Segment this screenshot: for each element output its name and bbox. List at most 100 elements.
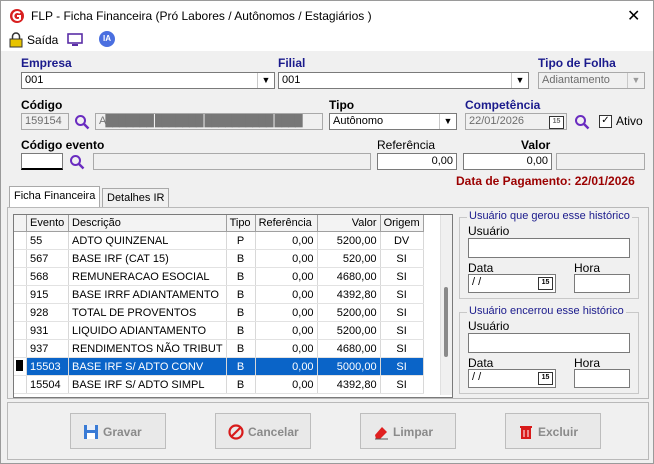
search-icon[interactable] <box>74 114 90 130</box>
table-row[interactable]: 55 ADTO QUINZENAL P 0,00 5200,00 DV <box>14 231 424 250</box>
usuario-created-field[interactable] <box>468 238 630 258</box>
delete-label: Excluir <box>538 425 579 439</box>
table-cell: 520,00 <box>317 249 381 268</box>
col-header-tipo[interactable]: Tipo <box>226 215 256 232</box>
chevron-down-icon[interactable]: ▼ <box>439 114 456 129</box>
calendar-icon[interactable]: 15 <box>549 116 564 129</box>
col-header-valor[interactable]: Valor <box>317 215 381 232</box>
save-button[interactable]: Gravar <box>70 413 166 449</box>
col-header-referencia[interactable]: Referência <box>255 215 318 232</box>
calendar-icon[interactable]: 15 <box>538 277 553 290</box>
row-indicator[interactable] <box>14 249 27 268</box>
row-indicator[interactable] <box>14 339 27 358</box>
valor-extra-field <box>556 153 645 170</box>
scrollbar-thumb[interactable] <box>444 287 448 357</box>
tipo-select[interactable]: Autônomo ▼ <box>329 113 457 130</box>
row-indicator[interactable] <box>14 303 27 322</box>
table-row[interactable]: 928 TOTAL DE PROVENTOS B 0,00 5200,00 SI <box>14 303 424 322</box>
events-table: Evento Descrição Tipo Referência Valor O… <box>14 215 424 394</box>
tab-ficha-financeira[interactable]: Ficha Financeira <box>9 186 101 208</box>
data-closed-field[interactable]: / / 15 <box>468 369 556 388</box>
lock-icon[interactable] <box>9 32 23 48</box>
row-indicator[interactable] <box>14 231 27 250</box>
data-created-field[interactable]: / / 15 <box>468 274 556 293</box>
events-grid[interactable]: Evento Descrição Tipo Referência Valor O… <box>13 214 453 398</box>
hora-closed-field[interactable] <box>574 369 630 388</box>
tipo-folha-select[interactable]: Adiantamento ▼ <box>538 72 645 89</box>
table-cell: B <box>226 267 256 286</box>
table-cell: BASE IRF S/ ADTO SIMPL <box>68 375 227 394</box>
table-cell: 4392,80 <box>317 375 381 394</box>
table-cell: SI <box>380 357 424 376</box>
codigo-field[interactable]: 159154 <box>21 113 69 130</box>
col-header-evento[interactable]: Evento <box>26 215 69 232</box>
window: FLP - Ficha Financeira (Pró Labores / Au… <box>0 0 654 464</box>
referencia-field[interactable]: 0,00 <box>377 153 457 170</box>
col-header-origem[interactable]: Origem <box>380 215 424 232</box>
table-cell: B <box>226 249 256 268</box>
chevron-down-icon[interactable]: ▼ <box>511 73 528 88</box>
calendar-icon[interactable]: 15 <box>538 372 553 385</box>
tab-detalhes-ir[interactable]: Detalhes IR <box>102 188 170 208</box>
hora-created-field[interactable] <box>574 274 630 293</box>
table-cell: LIQUIDO ADIANTAMENTO <box>68 321 227 340</box>
search-icon[interactable] <box>574 114 590 130</box>
table-cell: SI <box>380 303 424 322</box>
close-button[interactable]: ✕ <box>627 6 640 26</box>
row-indicator[interactable] <box>14 285 27 304</box>
table-row[interactable]: 915 BASE IRRF ADIANTAMENTO B 0,00 4392,80 SI <box>14 285 424 304</box>
row-indicator[interactable] <box>14 375 27 394</box>
valor-field[interactable]: 0,00 <box>463 153 552 170</box>
filial-value: 001 <box>282 74 301 86</box>
usuario-closed-field[interactable] <box>468 333 630 353</box>
tab-label: Detalhes IR <box>107 192 165 204</box>
exit-label[interactable]: Saída <box>27 33 58 47</box>
table-cell: B <box>226 357 256 376</box>
delete-button[interactable]: Excluir <box>505 413 601 449</box>
filial-select[interactable]: 001 ▼ <box>278 72 529 89</box>
tipo-folha-value: Adiantamento <box>542 74 610 86</box>
usuario-label: Usuário <box>468 319 510 333</box>
cancel-button[interactable]: Cancelar <box>215 413 311 449</box>
table-row[interactable]: 567 BASE IRF (CAT 15) B 0,00 520,00 SI <box>14 249 424 268</box>
table-cell: 0,00 <box>255 375 318 394</box>
table-row[interactable]: 15503 BASE IRF S/ ADTO CONV B 0,00 5000,00 SI <box>14 357 424 376</box>
table-cell: 15503 <box>26 357 69 376</box>
table-row[interactable]: 15504 BASE IRF S/ ADTO SIMPL B 0,00 4392,80 S… <box>14 375 424 394</box>
table-cell: P <box>226 231 256 250</box>
monitor-icon[interactable] <box>67 33 83 47</box>
table-cell: SI <box>380 321 424 340</box>
cancel-label: Cancelar <box>248 425 299 439</box>
nome-value: A███████ ███████ ██████████ ████ <box>99 115 303 127</box>
empresa-label: Empresa <box>21 56 72 70</box>
ia-button[interactable]: IA <box>99 31 115 47</box>
table-cell: 0,00 <box>255 357 318 376</box>
table-cell: SI <box>380 375 424 394</box>
grid-scrollbar[interactable] <box>440 215 452 395</box>
table-cell: 568 <box>26 267 69 286</box>
competencia-field[interactable]: 22/01/2026 15 <box>465 113 567 130</box>
ativo-checkbox[interactable]: ✓ <box>599 115 612 128</box>
app-logo-icon <box>10 9 24 23</box>
row-indicator[interactable] <box>14 321 27 340</box>
valor-value: 0,00 <box>526 155 548 167</box>
codigo-evento-field[interactable] <box>21 153 63 170</box>
table-cell: 0,00 <box>255 285 318 304</box>
table-row[interactable]: 931 LIQUIDO ADIANTAMENTO B 0,00 5200,00 SI <box>14 321 424 340</box>
chevron-down-icon[interactable]: ▼ <box>627 73 644 88</box>
col-header-descricao[interactable]: Descrição <box>68 215 227 232</box>
table-cell: 5200,00 <box>317 231 381 250</box>
table-row[interactable]: 568 REMUNERACAO ESOCIAL B 0,00 4680,00 SI <box>14 267 424 286</box>
toolbar: Saída IA <box>1 31 653 51</box>
clear-button[interactable]: Limpar <box>360 413 456 449</box>
cancel-icon <box>228 424 244 440</box>
table-cell: 567 <box>26 249 69 268</box>
row-indicator[interactable] <box>14 357 27 376</box>
row-indicator[interactable] <box>14 267 27 286</box>
table-cell: SI <box>380 249 424 268</box>
usuario-label: Usuário <box>468 224 510 238</box>
empresa-select[interactable]: 001 ▼ <box>21 72 275 89</box>
search-icon[interactable] <box>69 154 85 170</box>
chevron-down-icon[interactable]: ▼ <box>257 73 274 88</box>
table-row[interactable]: 937 RENDIMENTOS NÃO TRIBUT B 0,00 4680,00 SI <box>14 339 424 358</box>
